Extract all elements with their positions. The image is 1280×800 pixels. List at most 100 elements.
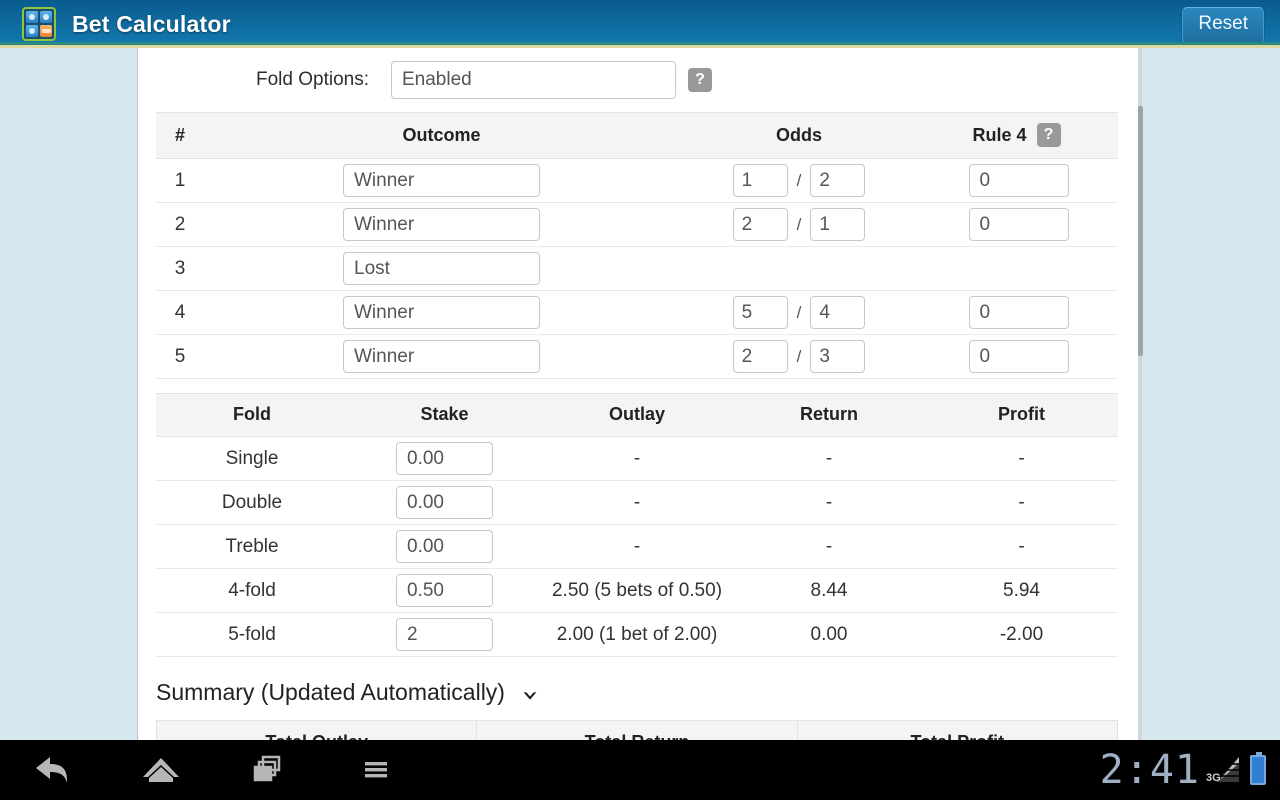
outcome-cell <box>204 158 679 203</box>
page-title: Bet Calculator <box>72 10 231 37</box>
outcome-input[interactable] <box>343 208 540 241</box>
odds-cell: / <box>679 290 919 335</box>
odds-separator: / <box>796 170 802 190</box>
return-value: - <box>733 480 925 525</box>
profit-value: - <box>925 436 1118 481</box>
stake-input[interactable] <box>396 442 493 475</box>
fold-label: Double <box>156 480 348 525</box>
rule4-input[interactable] <box>968 208 1069 241</box>
outcome-cell <box>204 290 679 335</box>
col-header-return: Return <box>733 393 925 437</box>
table-row: 5-fold 2.00 (1 bet of 2.00)0.00-2.00 <box>156 612 1118 657</box>
rule4-input[interactable] <box>968 296 1069 329</box>
outcome-cell <box>204 334 679 379</box>
chevron-down-icon[interactable] <box>521 684 539 702</box>
summary-heading[interactable]: Summary (Updated Automatically) <box>156 679 1121 706</box>
profit-value: - <box>925 524 1118 569</box>
calculator-grid-icon <box>22 7 56 41</box>
rule4-cell <box>919 334 1118 379</box>
outcome-input[interactable] <box>343 340 540 373</box>
outcome-row-number: 2 <box>156 202 204 247</box>
profit-value: 5.94 <box>925 568 1118 613</box>
fold-options-row: Fold Options: ? <box>156 48 1121 112</box>
scrollbar-thumb[interactable] <box>1138 106 1143 356</box>
outlay-value: 2.50 (5 bets of 0.50) <box>541 568 733 613</box>
col-header-odds: Odds <box>679 112 919 159</box>
odds-numerator-input[interactable] <box>732 296 788 329</box>
col-header-total-profit: Total Profit <box>796 720 1119 740</box>
col-header-profit: Profit <box>925 393 1118 437</box>
odds-denominator-input[interactable] <box>810 296 866 329</box>
fold-options-select[interactable] <box>391 61 676 99</box>
outcome-row-number: 4 <box>156 290 204 335</box>
stake-cell <box>348 568 541 613</box>
col-header-rule4: Rule 4 ? <box>919 112 1118 159</box>
stake-cell <box>348 436 541 481</box>
col-header-rule4-label: Rule 4 <box>972 124 1027 145</box>
reset-button[interactable]: Reset <box>1182 7 1264 44</box>
battery-icon <box>1250 752 1266 785</box>
outcome-input[interactable] <box>343 164 540 197</box>
menu-icon[interactable] <box>321 740 428 800</box>
fold-label: Treble <box>156 524 348 569</box>
outcome-input[interactable] <box>343 252 540 285</box>
rule4-cell <box>919 202 1118 247</box>
odds-denominator-input[interactable] <box>810 164 866 197</box>
rule4-input[interactable] <box>968 164 1069 197</box>
outcome-cell <box>204 202 679 247</box>
fold-options-label: Fold Options: <box>256 69 369 90</box>
recent-apps-icon[interactable] <box>214 740 321 800</box>
odds-numerator-input[interactable] <box>732 208 788 241</box>
odds-separator: / <box>796 302 802 322</box>
odds-numerator-input[interactable] <box>732 340 788 373</box>
col-header-outcome: Outcome <box>204 112 679 159</box>
stake-cell <box>348 612 541 657</box>
odds-separator: / <box>796 214 802 234</box>
rule4-help-icon[interactable]: ? <box>1036 123 1061 147</box>
outlay-value: - <box>541 524 733 569</box>
summary-table: Total Outlay Total Return Total Profit 4… <box>155 720 1119 740</box>
odds-cell: / <box>679 334 919 379</box>
outcome-cell <box>204 246 679 291</box>
rule4-input[interactable] <box>968 340 1069 373</box>
stake-input[interactable] <box>396 486 493 519</box>
outcomes-table: # Outcome Odds Rule 4 ? 1/2/34/5/ <box>156 112 1118 379</box>
return-value: - <box>733 436 925 481</box>
col-header-stake: Stake <box>348 393 541 437</box>
outcomes-header-row: # Outcome Odds Rule 4 ? <box>156 112 1118 159</box>
odds-denominator-input[interactable] <box>810 208 866 241</box>
folds-table: Fold Stake Outlay Return Profit Single--… <box>156 393 1118 657</box>
stake-input[interactable] <box>396 574 493 607</box>
table-row: Double--- <box>156 480 1118 525</box>
stake-input[interactable] <box>396 618 493 651</box>
content-panel: Fold Options: ? # Outcome Odds Rule 4 <box>137 48 1140 740</box>
odds-denominator-input[interactable] <box>810 340 866 373</box>
outlay-value: 2.00 (1 bet of 2.00) <box>541 612 733 657</box>
back-arrow-icon[interactable] <box>0 740 107 800</box>
app-header: Bet Calculator Reset <box>0 0 1280 48</box>
outcome-row-number: 3 <box>156 246 204 291</box>
home-icon[interactable] <box>107 740 214 800</box>
system-navigation-bar: 2:41 3G <box>0 740 1280 800</box>
fold-label: 5-fold <box>156 612 348 657</box>
col-header-outlay: Outlay <box>541 393 733 437</box>
return-value: 0.00 <box>733 612 925 657</box>
stake-input[interactable] <box>396 530 493 563</box>
table-row: 5/ <box>156 334 1118 379</box>
odds-group: / <box>679 340 919 373</box>
fold-label: 4-fold <box>156 568 348 613</box>
odds-group: / <box>679 296 919 329</box>
table-row: 4/ <box>156 290 1118 335</box>
clock: 2:41 <box>1099 747 1200 793</box>
table-row: 4-fold 2.50 (5 bets of 0.50)8.445.94 <box>156 568 1118 613</box>
table-row: 2/ <box>156 202 1118 247</box>
fold-options-help-icon[interactable]: ? <box>688 68 712 92</box>
odds-group: / <box>679 208 919 241</box>
stake-cell <box>348 480 541 525</box>
outcome-input[interactable] <box>343 296 540 329</box>
signal-icon: 3G <box>1206 755 1242 785</box>
network-type-label: 3G <box>1206 772 1221 784</box>
outlay-value: - <box>541 480 733 525</box>
odds-numerator-input[interactable] <box>732 164 788 197</box>
rule4-cell <box>919 158 1118 203</box>
